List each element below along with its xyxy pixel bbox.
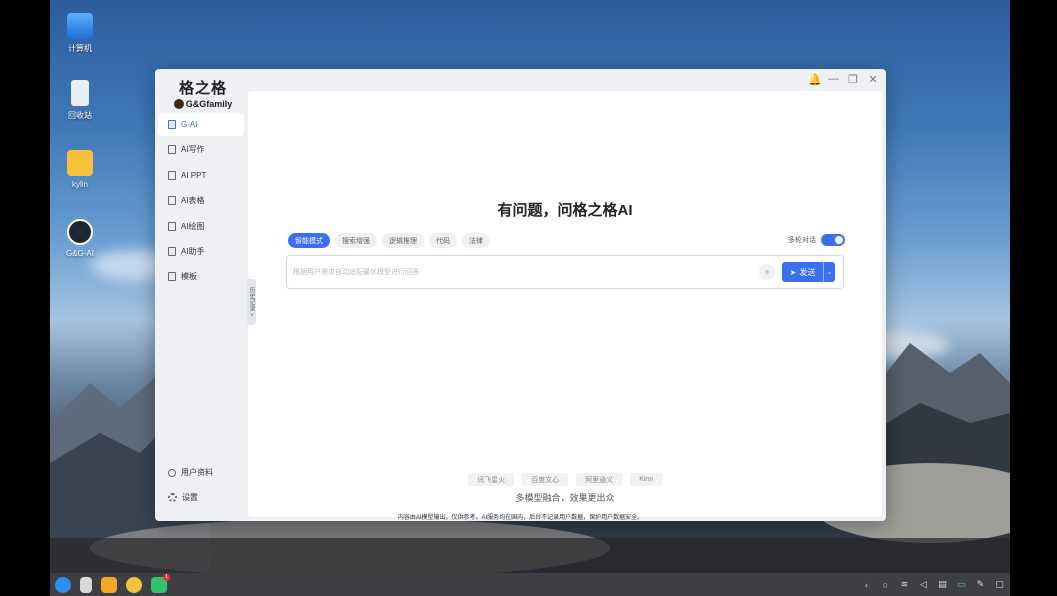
brand-name-en-text: G&Gfamily (185, 99, 233, 109)
sidebar-item-label: G-AI (181, 120, 198, 129)
sidebar-item-label: AI PPT (181, 170, 207, 180)
sidebar-item-label: 模板 (181, 272, 197, 282)
model-list: 讯飞星火 百度文心 阿里通义 Kimi (248, 473, 882, 486)
brand-name-en: G&Gfamily (173, 99, 233, 109)
bell-icon[interactable]: 🔔 (808, 73, 822, 86)
sidebar-item-label: AI写作 (181, 145, 205, 155)
grid-icon (168, 272, 176, 282)
tagline: 多模型融合，效果更出众 (515, 493, 615, 503)
desktop-icon-gg-ai[interactable]: G&G-AI (50, 219, 110, 258)
right-black-bar (1010, 0, 1057, 596)
gear-icon (168, 493, 177, 502)
desktop-icon-label: kylin (71, 180, 88, 189)
sidebar-item-settings[interactable]: 设置 (158, 486, 244, 509)
sidebar-item-label: 用户资料 (181, 468, 213, 477)
send-button[interactable]: ➤ 发送 ⌄ (782, 262, 835, 282)
brand-mark-icon (173, 99, 184, 109)
mode-tab[interactable]: 搜索增强 (335, 233, 377, 248)
magic-wand-icon[interactable]: ✧ (759, 264, 775, 280)
sidebar-item-ai-table[interactable]: AI表格 (158, 189, 244, 212)
page-title: 有问题，问格之格AI (497, 202, 633, 219)
sidebar-item-label: 设置 (182, 493, 198, 502)
desktop-icon-computer[interactable]: 计算机 (50, 13, 110, 54)
app-store-icon[interactable] (151, 573, 170, 593)
desktop-icon-trash[interactable]: 回收站 (50, 80, 110, 121)
multi-turn-toggle[interactable] (821, 234, 845, 246)
desktop-icon-label: G&G-AI (65, 249, 94, 258)
close-icon[interactable]: ✕ (868, 73, 878, 86)
sidebar-item-label: AI助手 (181, 246, 205, 256)
volume-icon[interactable]: ◁ (919, 579, 928, 590)
send-label: 发送 (799, 267, 816, 277)
search-icon[interactable]: ○ (881, 580, 890, 590)
document-icon (168, 145, 176, 155)
sidebar-item-ai-ppt[interactable]: AI PPT (158, 164, 244, 187)
paper-plane-icon: ➤ (789, 267, 797, 277)
disclaimer: 内容由AI模型输出，仅供参考。AI服务均在国内，后台不记录用户数据，保护用户数据… (397, 515, 644, 521)
sidebar-item-templates[interactable]: 模板 (158, 265, 244, 288)
user-icon (168, 468, 176, 477)
keyboard-icon[interactable]: ▤ (938, 579, 947, 590)
mode-tab[interactable]: 智能模式 (288, 233, 330, 248)
chevron-left-icon[interactable]: ‹ (862, 580, 871, 590)
trash-icon (71, 80, 89, 106)
sidebar-item-ai-writing[interactable]: AI写作 (158, 138, 244, 161)
send-button-label-group: ➤ 发送 (782, 267, 823, 278)
main-panel: 有问题，问格之格AI 智能模式 搜索增强 逻辑推理 代码 法律 多轮对话 ✧ ➤… (248, 91, 882, 517)
left-black-bar (0, 0, 50, 596)
model-chip: 百度文心 (522, 473, 569, 486)
prompt-input-box: ✧ ➤ 发送 ⌄ (286, 255, 844, 289)
sidebar-item-ai-assistant[interactable]: AI助手 (158, 240, 244, 263)
minimize-icon[interactable]: — (828, 73, 839, 86)
sidebar-bottom: 用户资料 设置 (158, 461, 244, 511)
battery-icon[interactable]: ▭ (957, 579, 966, 590)
sidebar-item-label: AI表格 (181, 196, 205, 206)
document-icon (168, 170, 176, 180)
file-manager-icon[interactable] (101, 576, 117, 593)
computer-icon (67, 13, 93, 39)
prompt-input[interactable] (293, 264, 733, 280)
history-collapse-tab[interactable]: 历史记录 > (247, 279, 256, 325)
model-chip: 讯飞星火 (468, 473, 515, 486)
taskbar: ‹ ○ ≋ ◁ ▤ ▭ ✎ ▢ (50, 573, 1010, 596)
gg-ai-app-icon (67, 219, 93, 245)
model-chip: 阿里通义 (576, 473, 623, 486)
sidebar-item-label: AI绘图 (181, 221, 205, 231)
window-controls: 🔔 — ❐ ✕ (808, 73, 878, 86)
multi-turn-toggle-group: 多轮对话 (788, 234, 845, 246)
document-icon (168, 196, 176, 206)
system-tray: ‹ ○ ≋ ◁ ▤ ▭ ✎ ▢ (862, 579, 1004, 590)
taskbar-apps (55, 573, 170, 593)
desktop-icon-kylin[interactable]: kylin (50, 150, 110, 189)
mode-tab[interactable]: 法律 (462, 233, 490, 248)
model-chip: Kimi (630, 473, 662, 486)
restore-icon[interactable]: ❐ (848, 73, 858, 86)
sidebar-item-ai-drawing[interactable]: AI绘图 (158, 215, 244, 238)
start-menu-icon[interactable] (55, 576, 71, 593)
sidebar-item-g-ai[interactable]: G-AI (158, 113, 244, 136)
wifi-icon[interactable]: ≋ (900, 579, 909, 590)
mode-tab[interactable]: 逻辑推理 (382, 233, 424, 248)
desktop-icon-label: 计算机 (68, 44, 92, 53)
chevron-down-icon[interactable]: ⌄ (823, 262, 835, 282)
multitask-icon[interactable] (80, 576, 92, 593)
brand-logo: 格之格 G&Gfamily (173, 77, 233, 109)
robot-icon (168, 246, 176, 256)
sidebar: G-AI AI写作 AI PPT AI表格 AI绘图 AI助手 模板 (158, 113, 244, 291)
document-icon (168, 221, 176, 231)
desktop-icon-label: 回收站 (68, 111, 92, 120)
app-window: 🔔 — ❐ ✕ 格之格 G&Gfamily G-AI AI写作 AI PPT A… (155, 69, 886, 521)
multi-turn-label: 多轮对话 (788, 237, 816, 244)
mode-tab[interactable]: 代码 (429, 233, 457, 248)
notification-icon[interactable]: ▢ (995, 579, 1004, 590)
folder-icon (67, 150, 93, 176)
chat-icon (168, 120, 176, 129)
mode-tabs: 智能模式 搜索增强 逻辑推理 代码 法律 (288, 233, 490, 248)
sidebar-item-profile[interactable]: 用户资料 (158, 461, 244, 484)
browser-icon[interactable] (126, 576, 142, 593)
pen-icon[interactable]: ✎ (976, 579, 985, 590)
brand-name-cn: 格之格 (178, 79, 227, 97)
